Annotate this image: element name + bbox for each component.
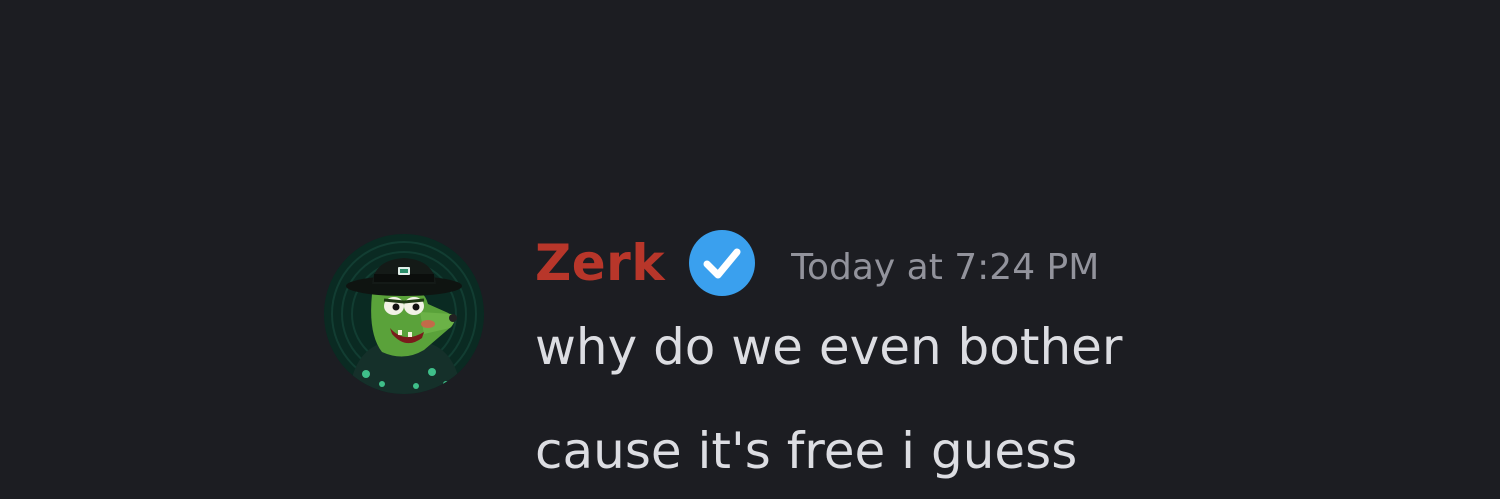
avatar[interactable] — [324, 234, 484, 394]
verified-check-icon — [687, 228, 757, 298]
message-header: Zerk Today at 7:24 PM — [535, 228, 1099, 298]
message-text-line: why do we even bother — [535, 318, 1123, 376]
username[interactable]: Zerk — [535, 234, 665, 292]
cartoon-green-dog-with-hat-icon — [324, 234, 484, 394]
message-timestamp: Today at 7:24 PM — [791, 246, 1100, 288]
chat-message-view: Zerk Today at 7:24 PM why do we even bot… — [0, 0, 1500, 499]
message-text-line: cause it's free i guess — [535, 422, 1078, 480]
